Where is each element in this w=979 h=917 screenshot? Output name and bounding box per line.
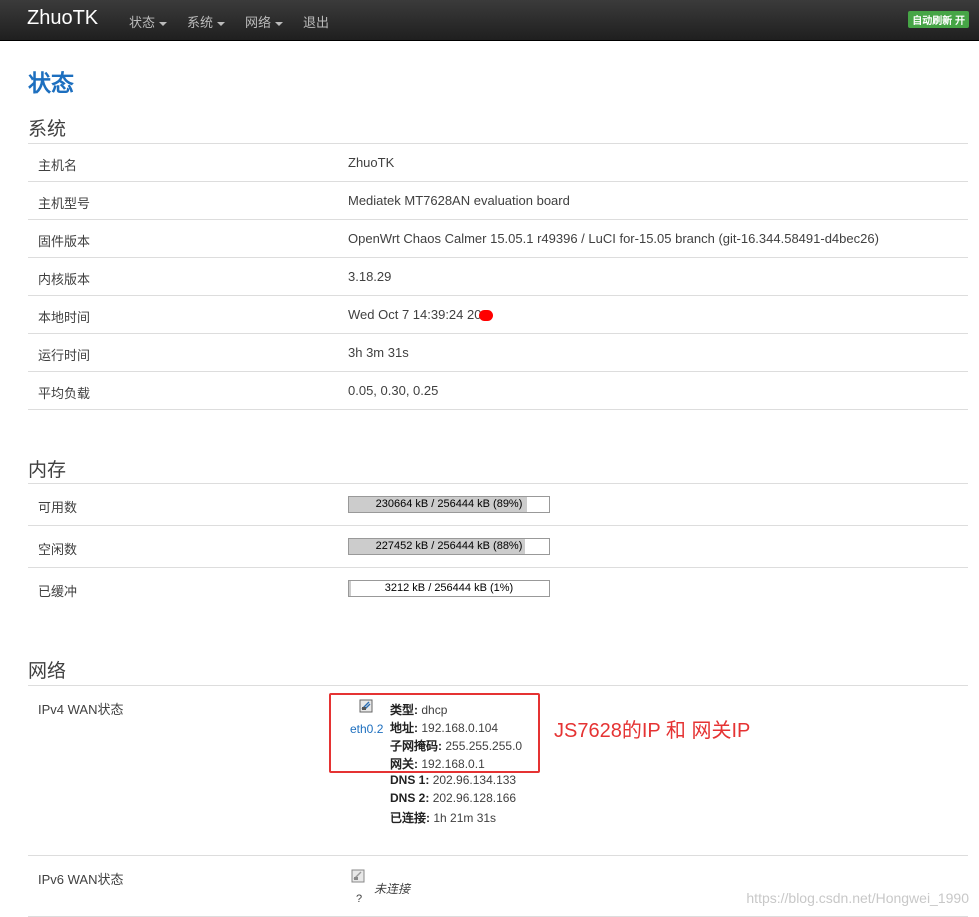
- top-navbar: ZhuoTK 状态 系统 网络 退出 自动刷新 开: [0, 0, 979, 41]
- row-value: Wed Oct 7 14:39:24 20: [348, 307, 494, 322]
- detail-key: 已连接:: [390, 811, 430, 825]
- progress-text: 230664 kB / 256444 kB (89%): [375, 498, 523, 510]
- row-label: 空闲数: [38, 542, 78, 557]
- row-value: 3.18.29: [348, 269, 392, 284]
- watermark: https://blog.csdn.net/Hongwei_1990: [746, 890, 969, 906]
- table-row: 平均负载 0.05, 0.30, 0.25: [28, 371, 968, 410]
- table-row: 固件版本 OpenWrt Chaos Calmer 15.05.1 r49396 …: [28, 219, 968, 257]
- ipv6-wan-label: IPv6 WAN状态: [38, 872, 124, 887]
- detail-value: 202.96.128.166: [432, 791, 517, 805]
- detail-dns2: DNS 2: 202.96.128.166: [390, 791, 516, 805]
- table-row: 可用数 230664 kB / 256444 kB (89%): [28, 483, 968, 525]
- auto-refresh-toggle[interactable]: 自动刷新 开: [908, 11, 969, 28]
- annotation-text: JS7628的IP 和 网关IP: [554, 720, 751, 742]
- section-title-memory: 内存: [28, 460, 67, 481]
- chevron-down-icon: [217, 21, 226, 26]
- table-row: 主机型号 Mediatek MT7628AN evaluation board: [28, 181, 968, 219]
- unknown-iface-text: ?: [356, 893, 363, 905]
- row-label: 运行时间: [38, 348, 91, 363]
- chevron-down-icon: [275, 21, 284, 26]
- menu-status[interactable]: 状态: [129, 12, 168, 31]
- table-row: 空闲数 227452 kB / 256444 kB (88%): [28, 525, 968, 567]
- system-table: 主机名 ZhuoTK 主机型号 Mediatek MT7628AN evaluati…: [28, 143, 968, 410]
- menu-network-label: 网络: [245, 15, 272, 30]
- memory-table: 可用数 230664 kB / 256444 kB (89%) 空闲数 2274…: [28, 483, 968, 609]
- table-row: 主机名 ZhuoTK: [28, 143, 968, 181]
- progress-bar: 3212 kB / 256444 kB (1%): [348, 580, 550, 597]
- table-row: 运行时间 3h 3m 31s: [28, 333, 968, 371]
- row-value: 0.05, 0.30, 0.25: [348, 383, 439, 398]
- row-label: 内核版本: [38, 272, 91, 287]
- ipv6-wan-row: IPv6 WAN状态 ? 未连接: [28, 855, 968, 917]
- detail-dns1: DNS 1: 202.96.134.133: [390, 773, 516, 787]
- ipv6-status: 未连接: [374, 882, 411, 896]
- brand-logo[interactable]: ZhuoTK: [27, 7, 98, 30]
- row-label: 主机型号: [38, 196, 91, 211]
- row-label: 平均负载: [38, 386, 91, 401]
- menu-status-label: 状态: [129, 15, 156, 30]
- table-row: 内核版本 3.18.29: [28, 257, 968, 295]
- table-row: 本地时间 Wed Oct 7 14:39:24 20: [28, 295, 968, 333]
- progress-text: 3212 kB / 256444 kB (1%): [384, 582, 514, 594]
- row-value: ZhuoTK: [348, 155, 395, 170]
- detail-key: DNS 2:: [390, 791, 430, 805]
- redaction-mark: [479, 310, 494, 322]
- progress-text: 227452 kB / 256444 kB (88%): [375, 540, 523, 552]
- row-label: 本地时间: [38, 310, 91, 325]
- page-title: 状态: [28, 70, 74, 96]
- chevron-down-icon: [159, 21, 168, 26]
- section-title-system: 系统: [28, 119, 67, 140]
- row-label: 主机名: [38, 158, 78, 173]
- menu-network[interactable]: 网络: [245, 12, 284, 31]
- detail-key: DNS 1:: [390, 773, 430, 787]
- menu-system[interactable]: 系统: [187, 12, 226, 31]
- menu-logout[interactable]: 退出: [303, 12, 329, 31]
- row-label: 固件版本: [38, 234, 91, 249]
- detail-value: 202.96.134.133: [432, 773, 517, 787]
- row-value: OpenWrt Chaos Calmer 15.05.1 r49396 / Lu…: [348, 231, 879, 246]
- row-label: 可用数: [38, 500, 78, 515]
- annotation-highlight-box: [329, 693, 540, 773]
- progress-bar: 230664 kB / 256444 kB (89%): [348, 496, 550, 513]
- detail-connected: 已连接: 1h 21m 31s: [390, 809, 496, 826]
- section-title-network: 网络: [28, 661, 67, 682]
- local-time-text: Wed Oct 7 14:39:24 20: [348, 307, 482, 322]
- progress-bar: 227452 kB / 256444 kB (88%): [348, 538, 550, 555]
- table-row: 已缓冲 3212 kB / 256444 kB (1%): [28, 567, 968, 609]
- detail-value: 1h 21m 31s: [433, 811, 497, 825]
- row-value: 3h 3m 31s: [348, 345, 409, 360]
- ethernet-port-disconnected-icon: [351, 869, 365, 883]
- row-value: Mediatek MT7628AN evaluation board: [348, 193, 570, 208]
- row-label: 已缓冲: [38, 584, 78, 599]
- ipv4-wan-label: IPv4 WAN状态: [38, 702, 124, 717]
- menu-system-label: 系统: [187, 15, 214, 30]
